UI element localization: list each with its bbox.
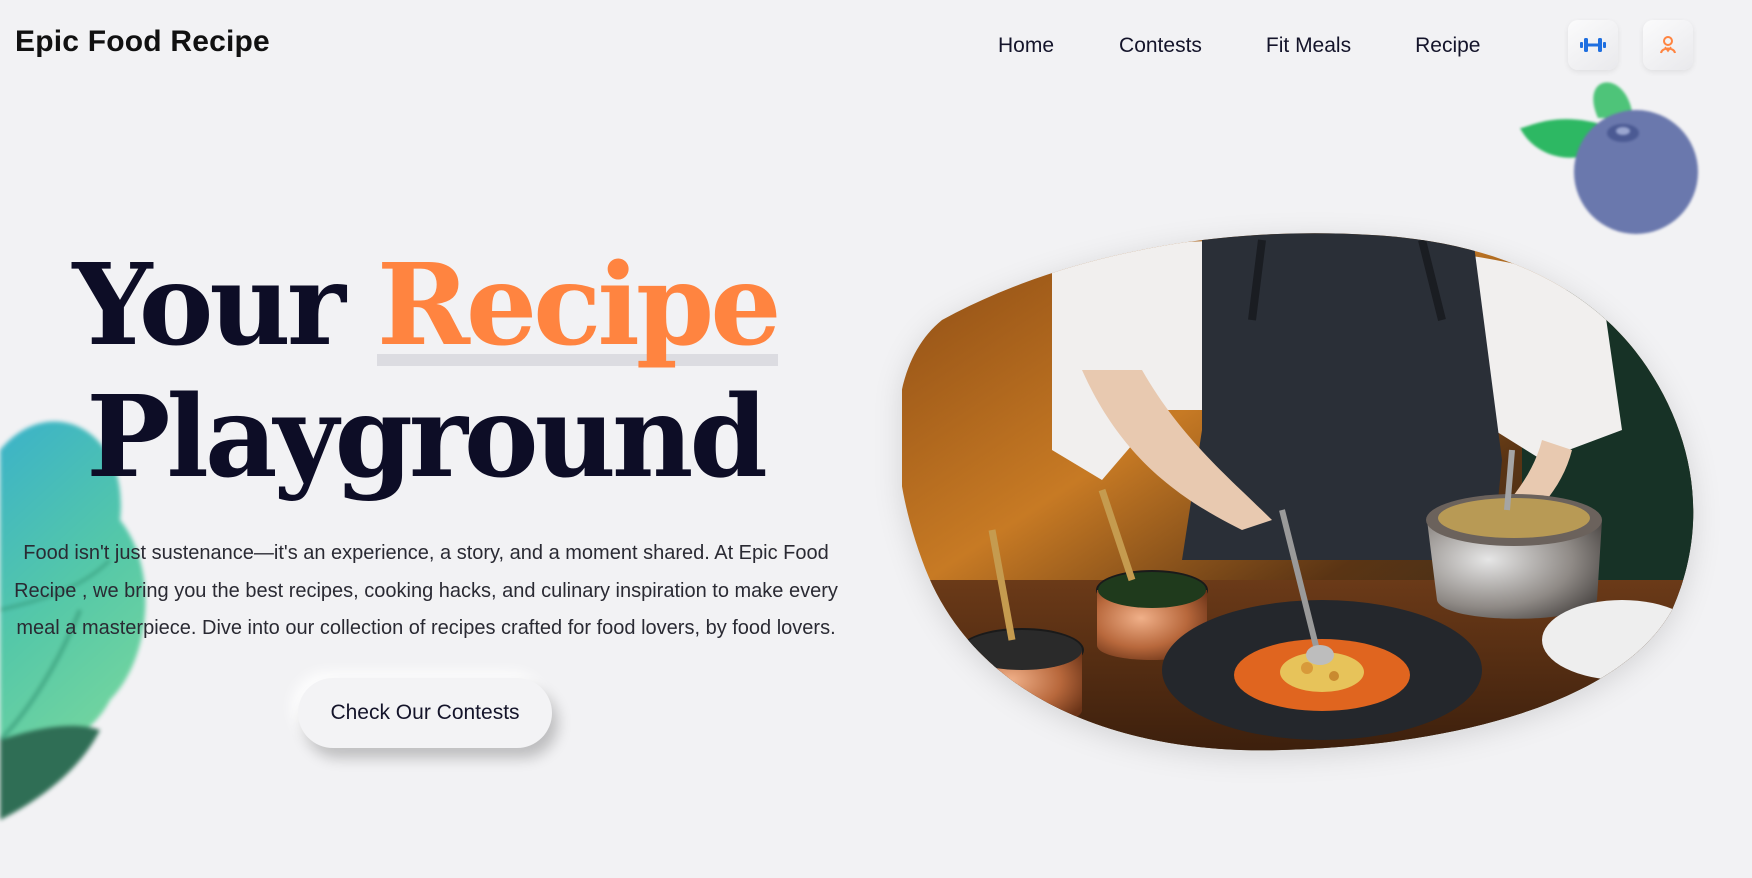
hero-title: Your Recipe Playground (0, 240, 850, 504)
hero-title-word: Your (72, 240, 345, 371)
nav-recipe[interactable]: Recipe (1415, 34, 1480, 58)
hero-chef-image (902, 233, 1694, 751)
blueberry-decoration (1520, 82, 1698, 234)
hero-description: Food isn't just sustenance—it's an exper… (14, 542, 838, 639)
nav-home[interactable]: Home (998, 34, 1054, 58)
site-header: Epic Food Recipe Home Contests Fit Meals… (0, 0, 1752, 90)
hero-title-line1: Your Recipe (0, 240, 850, 372)
profile-button[interactable] (1643, 20, 1693, 70)
dumbbell-icon (1580, 38, 1606, 52)
nav-fit-meals[interactable]: Fit Meals (1266, 34, 1351, 58)
hero-title-line2: Playground (86, 372, 768, 503)
check-contests-button[interactable]: Check Our Contests (298, 678, 552, 748)
main-nav: Home Contests Fit Meals Recipe (998, 34, 1544, 58)
fit-meals-button[interactable] (1568, 20, 1618, 70)
nav-contests[interactable]: Contests (1119, 34, 1202, 58)
brand-logo[interactable]: Epic Food Recipe (15, 25, 270, 59)
hero-title-accent: Recipe (376, 240, 781, 371)
chef-icon (1660, 36, 1676, 54)
